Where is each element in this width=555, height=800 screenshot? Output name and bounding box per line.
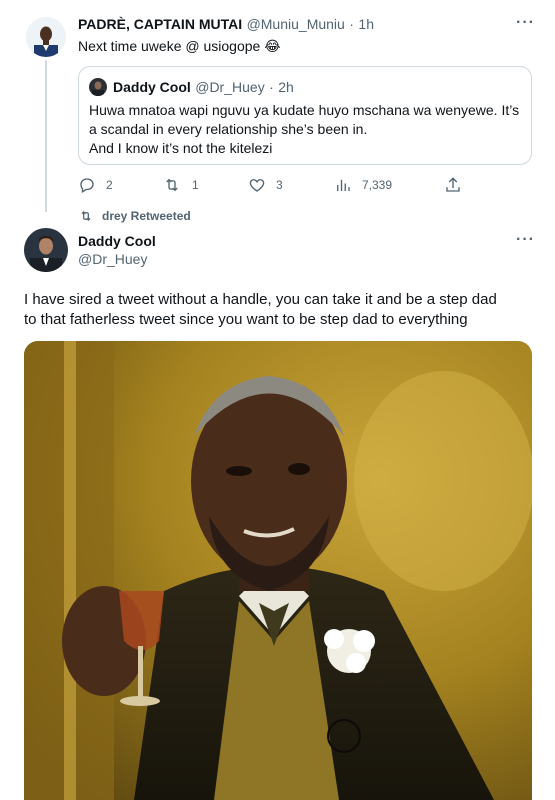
tweet-1[interactable]: PADRÈ, CAPTAIN MUTAI @Muniu_Muniu · 1h ·… bbox=[0, 0, 555, 212]
reply-button[interactable]: 2 bbox=[78, 176, 113, 194]
views-button[interactable]: 7,339 bbox=[334, 176, 392, 194]
meme-photo bbox=[24, 341, 532, 800]
more-dots-icon: ··· bbox=[516, 231, 535, 248]
quote-avatar bbox=[89, 78, 107, 96]
quote-text: Huwa mnatoa wapi nguvu ya kudate huyo ms… bbox=[89, 101, 525, 158]
quote-text-line: Huwa mnatoa wapi nguvu ya kudate huyo ms… bbox=[89, 102, 520, 118]
tweet-text: Next time uweke @ usiogope 😂 bbox=[78, 38, 281, 54]
quote-header: Daddy Cool @Dr_Huey · 2h bbox=[113, 79, 294, 97]
more-dots-icon: ··· bbox=[516, 14, 535, 31]
more-options-button[interactable]: ··· bbox=[516, 231, 535, 249]
quote-author-name: Daddy Cool bbox=[113, 79, 191, 95]
author-handle-text: @Dr_Huey bbox=[78, 251, 148, 267]
quote-text-line: a scandal in every relationship she’s be… bbox=[89, 121, 368, 137]
avatar-person-image bbox=[26, 17, 66, 57]
quoted-tweet[interactable]: Daddy Cool @Dr_Huey · 2h Huwa mnatoa wap… bbox=[78, 66, 532, 165]
author-name[interactable]: Daddy Cool bbox=[78, 233, 156, 251]
views-icon bbox=[337, 179, 350, 191]
thread-line bbox=[45, 60, 47, 212]
share-button[interactable] bbox=[444, 176, 462, 194]
avatar-person-image bbox=[24, 228, 68, 272]
more-options-button[interactable]: ··· bbox=[516, 14, 535, 32]
quote-text-line: And I know it’s not the kitelezi bbox=[89, 140, 273, 156]
author-handle[interactable]: @Muniu_Muniu bbox=[247, 16, 345, 32]
avatar[interactable] bbox=[26, 17, 66, 57]
retweet-icon bbox=[81, 211, 91, 221]
retweet-count: 1 bbox=[192, 178, 199, 192]
view-count: 7,339 bbox=[362, 178, 393, 192]
tweet-text-line: to that fatherless tweet since you want … bbox=[24, 311, 468, 328]
heart-icon bbox=[249, 179, 265, 192]
tweet-text-line: I have sired a tweet without a handle, y… bbox=[24, 291, 497, 308]
avatar[interactable] bbox=[24, 228, 68, 272]
retweet-banner-label: drey Retweeted bbox=[102, 209, 191, 223]
author-name-text: Daddy Cool bbox=[78, 233, 156, 249]
quote-author-handle: @Dr_Huey bbox=[195, 79, 265, 95]
tweet-text: I have sired a tweet without a handle, y… bbox=[24, 290, 534, 330]
quote-separator-dot: · bbox=[269, 79, 274, 95]
tweet-actions: 2 1 3 7,339 bbox=[78, 176, 478, 196]
tweet-media-image[interactable] bbox=[24, 341, 532, 800]
author-name[interactable]: PADRÈ, CAPTAIN MUTAI bbox=[78, 16, 242, 32]
quote-avatar-image bbox=[89, 78, 107, 96]
reply-icon bbox=[80, 178, 94, 193]
retweet-banner[interactable]: drey Retweeted bbox=[78, 209, 191, 223]
reply-count: 2 bbox=[106, 178, 113, 192]
retweet-icon bbox=[166, 178, 178, 192]
quote-time: 2h bbox=[278, 79, 294, 95]
author-handle[interactable]: @Dr_Huey bbox=[78, 251, 147, 269]
tweet-header: PADRÈ, CAPTAIN MUTAI @Muniu_Muniu · 1h bbox=[78, 16, 374, 34]
share-icon bbox=[446, 177, 460, 192]
separator-dot: · bbox=[349, 16, 354, 32]
retweet-button[interactable]: 1 bbox=[162, 176, 199, 194]
like-button[interactable]: 3 bbox=[248, 176, 283, 194]
like-count: 3 bbox=[276, 178, 283, 192]
tweet-time[interactable]: 1h bbox=[358, 16, 374, 32]
